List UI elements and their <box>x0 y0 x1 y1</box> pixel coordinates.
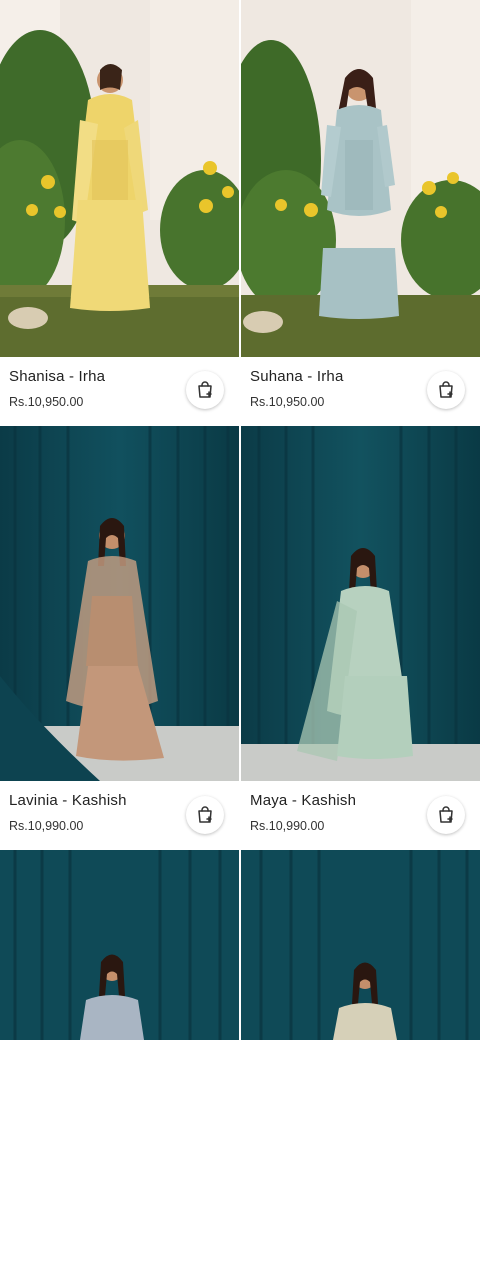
add-to-cart-button[interactable] <box>186 796 224 834</box>
product-title[interactable]: Lavinia - Kashish <box>9 792 127 809</box>
add-to-cart-button[interactable] <box>427 371 465 409</box>
product-title[interactable]: Maya - Kashish <box>250 792 356 809</box>
add-to-cart-button[interactable] <box>186 371 224 409</box>
product-image[interactable] <box>0 850 239 1040</box>
shopping-bag-plus-icon <box>439 381 453 398</box>
product-price: Rs.10,950.00 <box>9 395 84 409</box>
shopping-bag-plus-icon <box>439 806 453 823</box>
product-card[interactable] <box>0 850 239 1275</box>
product-card[interactable]: Suhana - Irha Rs.10,950.00 <box>241 0 480 425</box>
product-price: Rs.10,950.00 <box>250 395 325 409</box>
shopping-bag-plus-icon <box>198 381 212 398</box>
add-to-cart-button[interactable] <box>427 796 465 834</box>
shopping-bag-plus-icon <box>198 806 212 823</box>
product-card[interactable]: Lavinia - Kashish Rs.10,990.00 <box>0 425 239 850</box>
product-title[interactable]: Shanisa - Irha <box>9 368 105 385</box>
product-card[interactable]: Shanisa - Irha Rs.10,950.00 <box>0 0 239 425</box>
product-image[interactable] <box>241 426 480 781</box>
product-image[interactable] <box>0 0 239 357</box>
product-title[interactable]: Suhana - Irha <box>250 368 344 385</box>
product-card[interactable] <box>241 850 480 1275</box>
product-price: Rs.10,990.00 <box>250 819 325 833</box>
product-card[interactable]: Maya - Kashish Rs.10,990.00 <box>241 425 480 850</box>
product-image[interactable] <box>241 850 480 1040</box>
product-price: Rs.10,990.00 <box>9 819 84 833</box>
product-image[interactable] <box>241 0 480 357</box>
product-grid: Shanisa - Irha Rs.10,950.00 Suhana - Irh… <box>0 0 480 1040</box>
product-image[interactable] <box>0 426 239 781</box>
